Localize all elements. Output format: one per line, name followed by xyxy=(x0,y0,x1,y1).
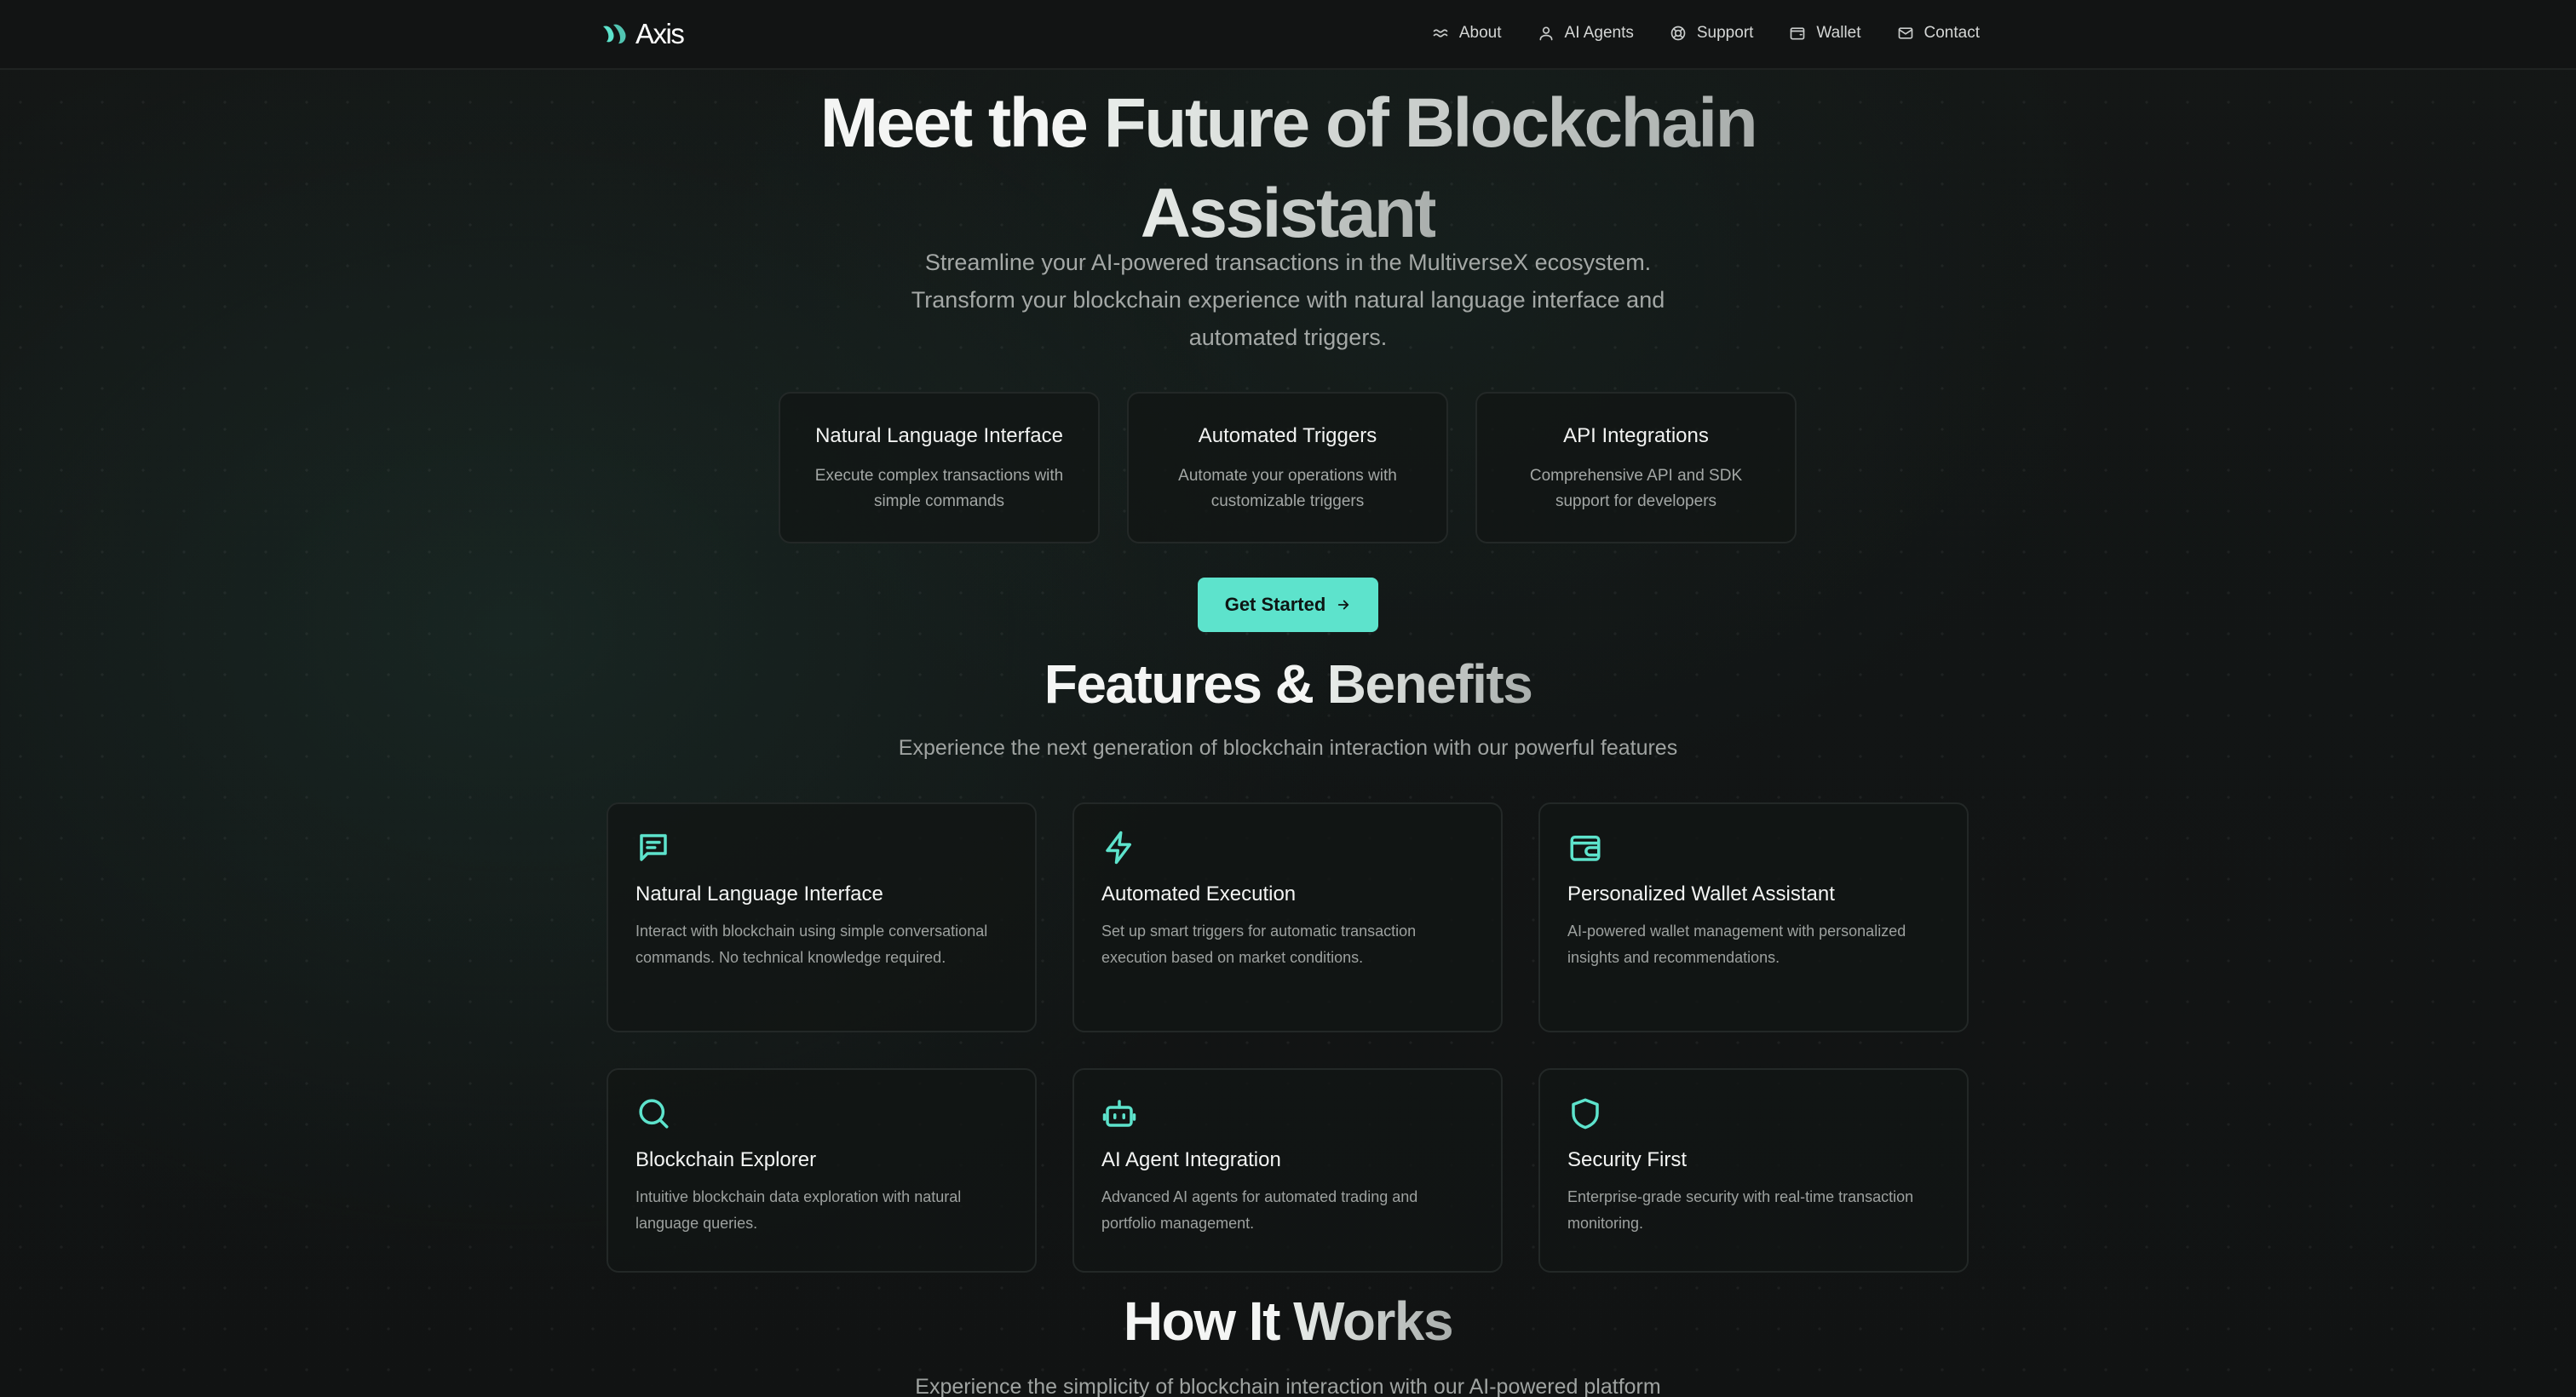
features-title-part2: Benefits xyxy=(1326,653,1533,715)
nav-link-label: Wallet xyxy=(1816,24,1861,42)
hero-title-part3: Assistant xyxy=(1140,175,1438,252)
feature-title: Security First xyxy=(1567,1148,1688,1171)
feature-desc: Intuitive blockchain data exploration wi… xyxy=(635,1188,962,1232)
logo[interactable]: Axis xyxy=(601,15,685,53)
feature-title: Personalized Wallet Assistant xyxy=(1567,882,1835,905)
how-it-works-subtitle: Experience the simplicity of blockchain … xyxy=(915,1375,1661,1397)
nav-link-ai-agents[interactable]: AI Agents xyxy=(1538,24,1634,43)
feature-card: AI Agent Integration Advanced AI agents … xyxy=(1072,1068,1503,1273)
hero-title: Meet the Future of Blockchain Assistant xyxy=(0,78,2576,259)
feature-card: Security First Enterprise-grade security… xyxy=(1538,1068,1969,1273)
message-icon xyxy=(640,834,667,861)
arrow-right-icon xyxy=(1338,600,1349,610)
hero-card-title: Automated Triggers xyxy=(1198,424,1377,447)
wallet-icon xyxy=(1570,836,1601,861)
get-started-button[interactable]: Get Started xyxy=(1198,578,1378,632)
how-title-part1: How It xyxy=(1123,1291,1294,1352)
logo-text: Axis xyxy=(635,18,685,49)
hero-card-title: Natural Language Interface xyxy=(815,424,1063,447)
logo-mark-icon xyxy=(603,24,626,44)
feature-desc: Advanced AI agents for automated trading… xyxy=(1101,1188,1418,1232)
feature-card: Automated Execution Set up smart trigger… xyxy=(1072,802,1503,1032)
hero-card-title: API Integrations xyxy=(1563,424,1709,447)
feature-title: Blockchain Explorer xyxy=(635,1148,817,1171)
hero-card-desc: Execute complex transactions with simple… xyxy=(814,467,1064,510)
nav-link-label: About xyxy=(1458,24,1502,42)
feature-title: AI Agent Integration xyxy=(1101,1148,1281,1171)
nav-link-label: Support xyxy=(1696,24,1754,42)
hero-subtitle: Streamline your AI-powered transactions … xyxy=(911,250,1665,350)
user-icon xyxy=(1539,26,1553,41)
hero-card-desc: Comprehensive API and SDK support for de… xyxy=(1529,467,1743,510)
feature-title: Automated Execution xyxy=(1101,882,1297,905)
feature-card: Personalized Wallet Assistant AI-powered… xyxy=(1538,802,1969,1032)
feature-desc: Interact with blockchain using simple co… xyxy=(635,923,988,966)
hero-title-part2: Future of Blockchain xyxy=(1103,84,1758,162)
hero-card: Automated Triggers Automate your operati… xyxy=(1127,392,1448,543)
nav-link-about[interactable]: About xyxy=(1432,24,1502,43)
robot-icon xyxy=(1102,1100,1136,1127)
lightning-icon xyxy=(1106,831,1131,865)
nav-link-label: Contact xyxy=(1923,24,1980,42)
get-started-label: Get Started xyxy=(1224,594,1326,615)
nav-link-contact[interactable]: Contact xyxy=(1897,24,1980,43)
feature-desc: Set up smart triggers for automatic tran… xyxy=(1101,923,1417,966)
nav-link-wallet[interactable]: Wallet xyxy=(1789,24,1861,43)
nav-link-label: AI Agents xyxy=(1564,24,1634,42)
search-icon xyxy=(639,1099,669,1129)
wallet-icon xyxy=(1791,27,1805,40)
feature-desc: AI-powered wallet management with person… xyxy=(1567,923,1906,966)
feature-card: Blockchain Explorer Intuitive blockchain… xyxy=(607,1068,1037,1273)
features-subtitle: Experience the next generation of blockc… xyxy=(898,736,1678,760)
hero-card: Natural Language Interface Execute compl… xyxy=(779,392,1100,543)
hero-cards: Natural Language Interface Execute compl… xyxy=(779,392,1797,543)
features-title-part1: Features & xyxy=(1044,653,1327,715)
shield-icon xyxy=(1572,1098,1599,1130)
top-navbar: Axis About AI Agents Support Wallet Cont… xyxy=(0,0,2576,70)
how-it-works-title: How It Works xyxy=(0,1290,2576,1353)
feature-title: Natural Language Interface xyxy=(635,882,883,905)
feature-card: Natural Language Interface Interact with… xyxy=(607,802,1037,1032)
lifebuoy-icon xyxy=(1670,26,1686,41)
nav-links: About AI Agents Support Wallet Contact xyxy=(1432,0,1980,66)
features-title: Features & Benefits xyxy=(0,653,2576,716)
hero-card: API Integrations Comprehensive API and S… xyxy=(1475,392,1797,543)
waves-icon xyxy=(1433,29,1448,37)
nav-link-support[interactable]: Support xyxy=(1670,24,1754,43)
feature-desc: Enterprise-grade security with real-time… xyxy=(1567,1188,1914,1232)
hero-card-desc: Automate your operations with customizab… xyxy=(1178,467,1397,510)
how-title-part2: Works xyxy=(1293,1291,1453,1352)
hero-title-part1: Meet the xyxy=(819,84,1104,162)
mail-icon xyxy=(1898,27,1912,39)
